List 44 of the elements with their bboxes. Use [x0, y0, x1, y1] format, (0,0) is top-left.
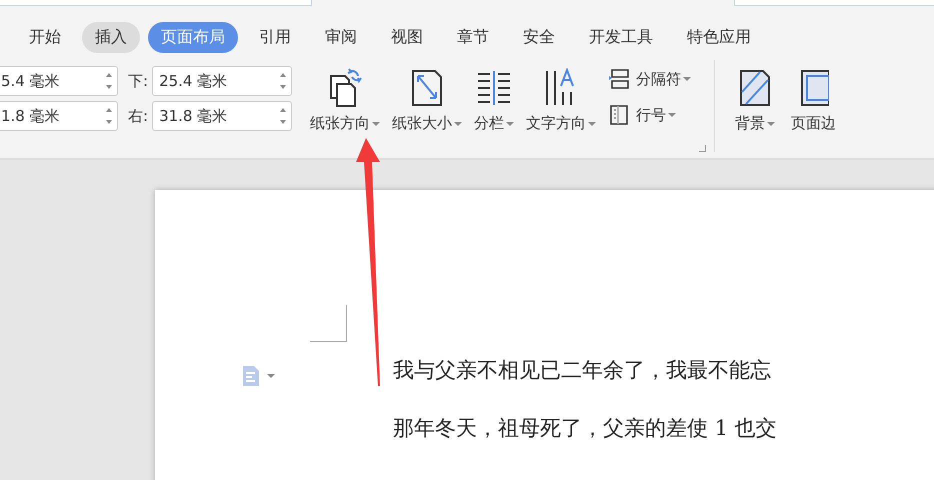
- spinner-icon[interactable]: [105, 106, 113, 126]
- margin-field[interactable]: 1.8 毫米: [0, 101, 118, 131]
- caret-icon: [372, 122, 380, 126]
- ribbon-button[interactable]: 分隔符: [608, 68, 692, 90]
- page-background-icon: [738, 68, 772, 108]
- ribbon-tab[interactable]: 视图: [378, 22, 436, 52]
- margin-field[interactable]: 31.8 毫米: [152, 101, 292, 131]
- dialog-launcher-icon[interactable]: [699, 145, 706, 152]
- ribbon-button[interactable]: 分栏: [470, 68, 518, 133]
- margin-label: 下:: [128, 72, 148, 90]
- body-text: 那年冬天，祖母死了，父亲的差使 1 也交: [393, 415, 777, 442]
- caret-icon: [668, 113, 676, 117]
- ribbon-tab[interactable]: 特色应用: [674, 22, 764, 52]
- caret-icon: [767, 122, 776, 126]
- spinner-icon[interactable]: [105, 71, 113, 91]
- ribbon-tab[interactable]: 审阅: [312, 22, 370, 52]
- body-text: 我与父亲不相见已二年余了，我最不能忘: [393, 357, 772, 384]
- spinner-icon[interactable]: [279, 71, 288, 91]
- ribbon-button[interactable]: 页面边: [787, 68, 840, 133]
- caret-icon: [588, 122, 596, 126]
- caret-icon[interactable]: [267, 374, 275, 378]
- ribbon-tab[interactable]: 插入: [82, 22, 140, 52]
- spinner-icon[interactable]: [279, 106, 288, 126]
- caret-icon: [506, 122, 514, 126]
- caret-icon: [454, 122, 462, 126]
- ribbon-button[interactable]: 行号: [608, 104, 692, 126]
- ribbon-tab[interactable]: 安全: [510, 22, 568, 52]
- ribbon-tab[interactable]: 章节: [444, 22, 502, 52]
- page-border-icon: [798, 68, 829, 108]
- paper-size-icon: [410, 68, 444, 108]
- ribbon-button[interactable]: 纸张大小: [388, 68, 466, 133]
- margin-label: 右:: [128, 106, 148, 126]
- caret-icon: [683, 77, 692, 81]
- margin-field[interactable]: 25.4 毫米: [152, 66, 292, 96]
- ribbon-tab[interactable]: 开发工具: [576, 22, 666, 52]
- ribbon-button[interactable]: 背景: [731, 68, 780, 133]
- ribbon-tab[interactable]: 引用: [246, 22, 304, 52]
- ribbon-button[interactable]: 纸张方向: [306, 68, 384, 133]
- separator-icon: [608, 68, 630, 90]
- line-number-icon: [608, 104, 630, 126]
- ribbon-button[interactable]: 文字方向: [522, 68, 600, 133]
- margin-corner-mark: [310, 305, 347, 342]
- ribbon-tab[interactable]: 开始: [16, 22, 74, 52]
- margin-field[interactable]: 5.4 毫米: [0, 66, 118, 96]
